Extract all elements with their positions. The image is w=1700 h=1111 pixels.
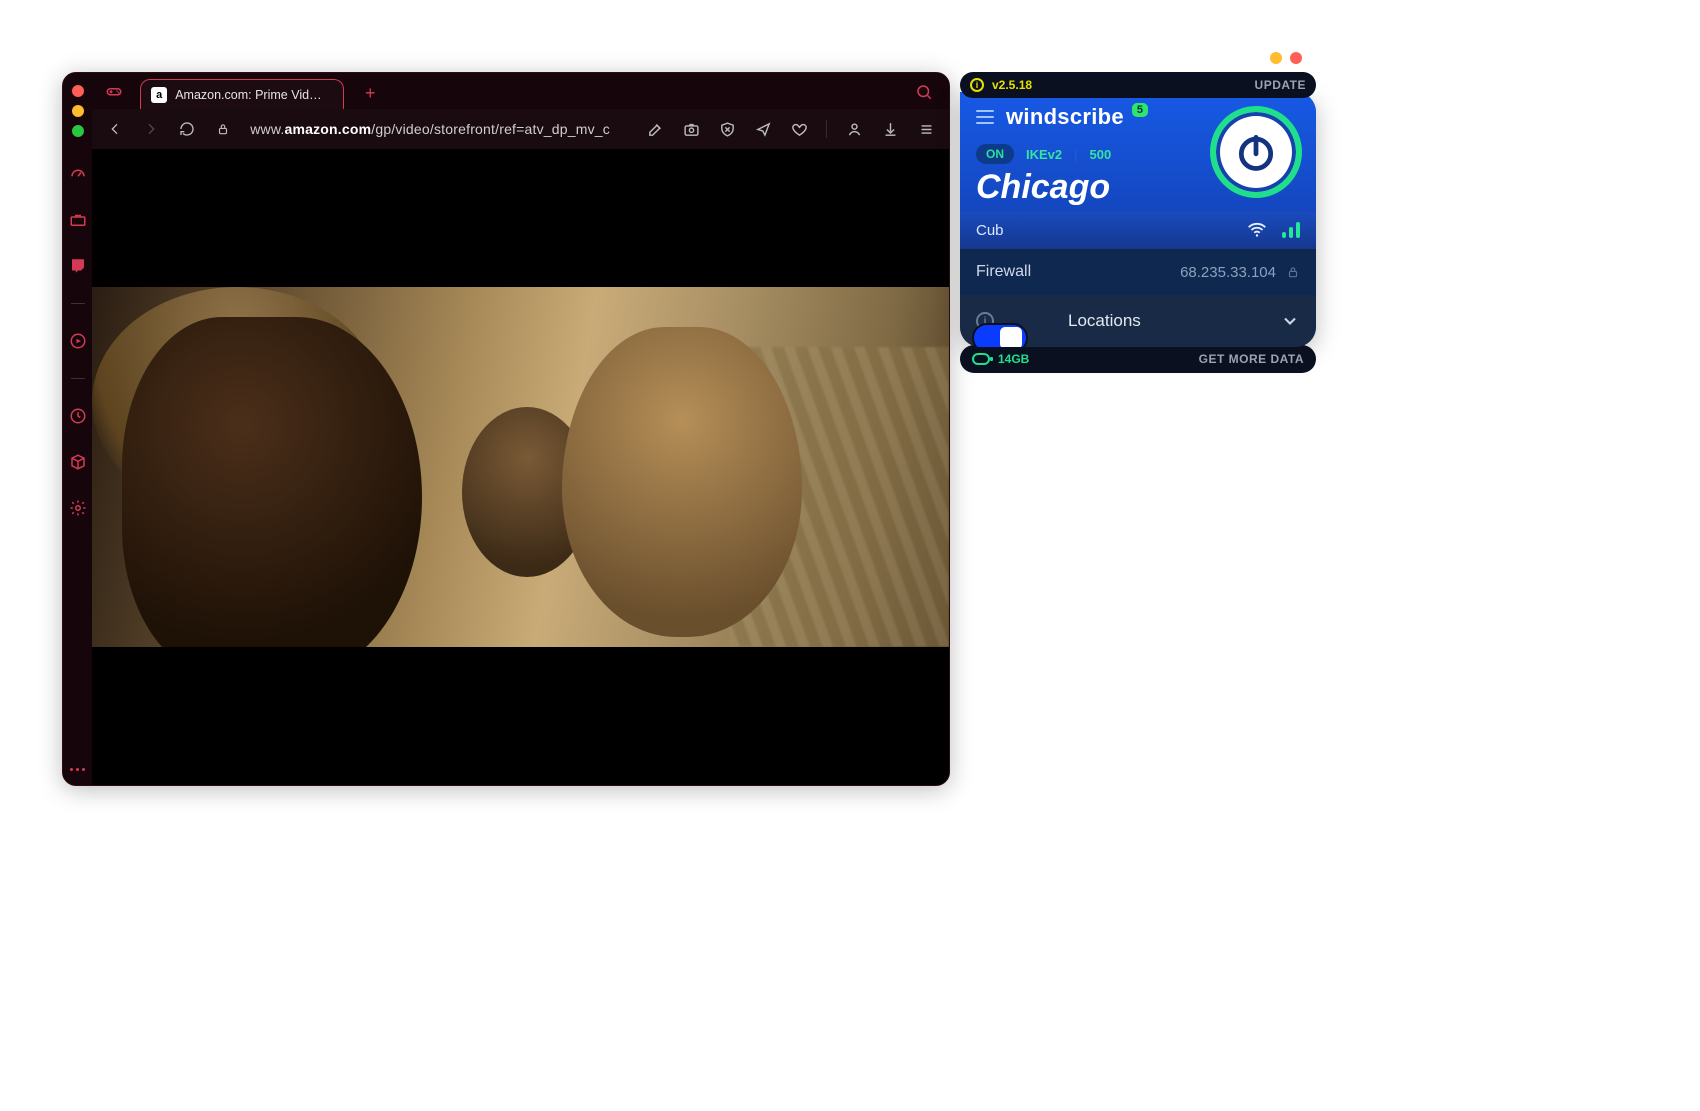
locations-label: Locations xyxy=(1068,311,1141,331)
url-display[interactable]: www.amazon.com/gp/video/storefront/ref=a… xyxy=(250,121,610,137)
get-more-data-button[interactable]: GET MORE DATA xyxy=(1199,352,1304,366)
rail-separator xyxy=(71,378,85,379)
shield-icon[interactable] xyxy=(718,120,736,138)
url-path: /gp/video/storefront/ref=atv_dp_mv_c xyxy=(371,121,610,137)
address-bar: www.amazon.com/gp/video/storefront/ref=a… xyxy=(92,109,949,149)
ws-header: windscribe 5 ON IKEv2 | 500 Chicago xyxy=(960,92,1316,211)
tab-strip: a Amazon.com: Prime Video: Prime + xyxy=(92,73,949,109)
power-button[interactable] xyxy=(1210,106,1302,198)
status-port[interactable]: 500 xyxy=(1090,147,1112,162)
ws-firewall-row: Firewall 68.235.33.104 xyxy=(960,249,1316,295)
tab-active[interactable]: a Amazon.com: Prime Video: Prime xyxy=(140,79,344,109)
cube-icon[interactable] xyxy=(69,453,87,471)
url-host: amazon.com xyxy=(284,121,371,137)
close-window-dot[interactable] xyxy=(72,85,84,97)
data-remaining: 14GB xyxy=(998,352,1029,366)
speedometer-icon[interactable] xyxy=(69,165,87,183)
ws-version: v2.5.18 xyxy=(992,78,1032,92)
lock-icon[interactable] xyxy=(214,120,232,138)
status-protocol[interactable]: IKEv2 xyxy=(1026,147,1062,162)
gear-icon[interactable] xyxy=(69,499,87,517)
back-icon[interactable] xyxy=(106,120,124,138)
fullscreen-window-dot[interactable] xyxy=(72,125,84,137)
ws-bottombar: 14GB GET MORE DATA xyxy=(960,345,1316,373)
new-tab-button[interactable]: + xyxy=(358,81,382,105)
ip-address: 68.235.33.104 xyxy=(1180,264,1276,281)
camera-icon[interactable] xyxy=(682,120,700,138)
ws-topbar: i v2.5.18 UPDATE xyxy=(960,72,1316,98)
forward-icon[interactable] xyxy=(142,120,160,138)
ws-logo: windscribe xyxy=(1006,104,1124,130)
minimize-window-dot[interactable] xyxy=(72,105,84,117)
browser-left-rail xyxy=(63,73,92,785)
edit-icon[interactable] xyxy=(646,120,664,138)
window-traffic-lights[interactable] xyxy=(72,85,84,137)
ws-notification-badge[interactable]: 5 xyxy=(1132,103,1148,117)
ws-update-button[interactable]: UPDATE xyxy=(1255,78,1306,92)
gamepad-icon[interactable] xyxy=(104,81,124,101)
lock-icon xyxy=(1286,265,1300,279)
video-frame xyxy=(92,287,949,647)
ws-locations-row[interactable]: i Locations xyxy=(960,295,1316,347)
video-player[interactable] xyxy=(92,149,949,785)
firewall-label: Firewall xyxy=(976,263,1031,281)
tab-title: Amazon.com: Prime Video: Prime xyxy=(175,88,325,102)
twitch-icon[interactable] xyxy=(69,257,87,275)
download-icon[interactable] xyxy=(881,120,899,138)
windscribe-app: i v2.5.18 UPDATE windscribe 5 ON IKEv2 |… xyxy=(960,72,1316,373)
url-prefix: www. xyxy=(250,121,284,137)
ws-body: windscribe 5 ON IKEv2 | 500 Chicago Cub … xyxy=(960,92,1316,347)
play-circle-icon[interactable] xyxy=(69,332,87,350)
heart-icon[interactable] xyxy=(790,120,808,138)
browser-main: a Amazon.com: Prime Video: Prime + www xyxy=(92,73,949,785)
battery-icon xyxy=(972,353,990,365)
person-icon[interactable] xyxy=(845,120,863,138)
clock-icon[interactable] xyxy=(69,407,87,425)
firewall-toggle-thumb[interactable] xyxy=(1000,327,1022,347)
signal-icon xyxy=(1282,222,1300,238)
hamburger-icon[interactable] xyxy=(976,110,994,124)
wifi-icon xyxy=(1246,219,1268,241)
toolbar-right xyxy=(646,120,935,138)
tab-search-icon[interactable] xyxy=(915,83,933,101)
browser-window: a Amazon.com: Prime Video: Prime + www xyxy=(62,72,950,786)
reload-icon[interactable] xyxy=(178,120,196,138)
ws-sublocation: Cub xyxy=(976,222,1004,239)
menu-icon[interactable] xyxy=(917,120,935,138)
toolbar-separator xyxy=(826,120,827,138)
chevron-down-icon xyxy=(1280,311,1300,331)
rail-separator xyxy=(71,303,85,304)
ws-sublocation-row[interactable]: Cub xyxy=(960,211,1316,249)
status-on-pill: ON xyxy=(976,144,1014,164)
info-icon[interactable]: i xyxy=(970,78,984,92)
tab-favicon: a xyxy=(151,87,167,103)
rail-more-icon[interactable] xyxy=(70,768,85,771)
send-icon[interactable] xyxy=(754,120,772,138)
briefcase-icon[interactable] xyxy=(69,211,87,229)
